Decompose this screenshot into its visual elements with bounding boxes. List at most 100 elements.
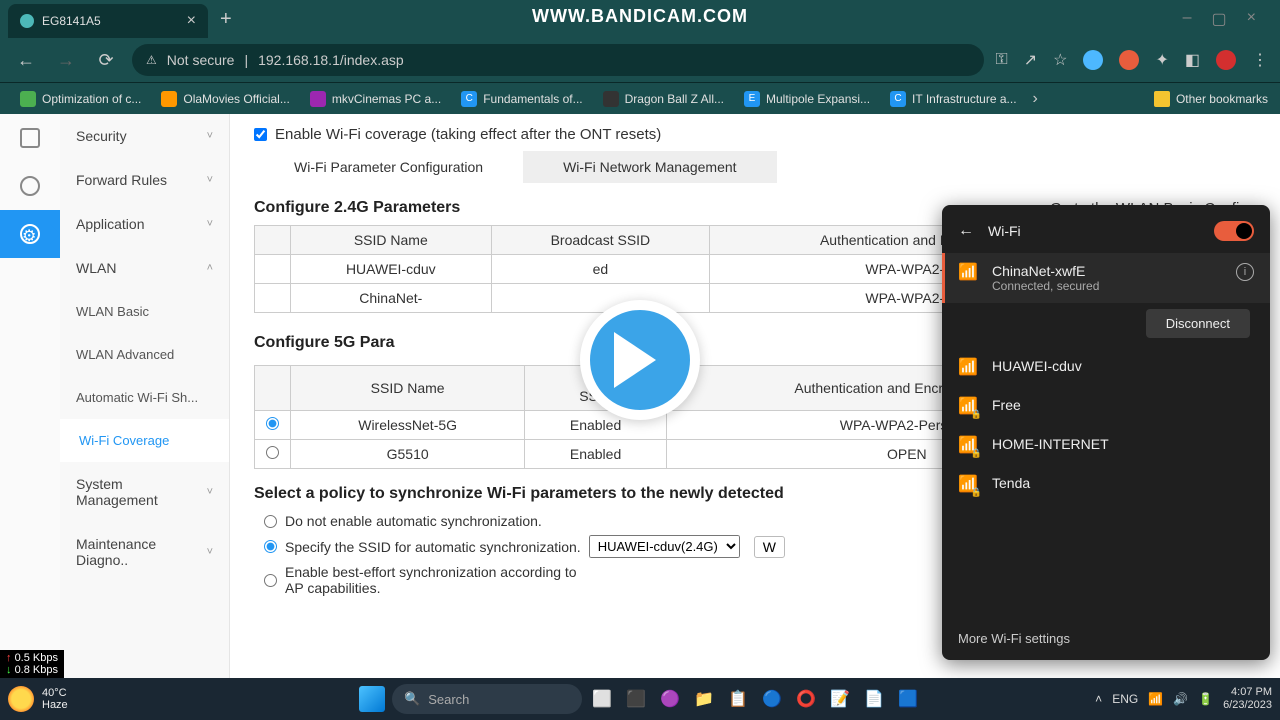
- maximize-icon[interactable]: ▢: [1212, 9, 1227, 29]
- chevron-down-icon: ˅: [207, 130, 213, 142]
- bookmark-item[interactable]: EMultipole Expansi...: [736, 87, 878, 111]
- icon-rail: ⚙: [0, 114, 60, 678]
- wifi-connected-network[interactable]: ChinaNet-xwfE Connected, secured i: [942, 253, 1270, 303]
- sidebar-item-system-mgmt[interactable]: System Management˅: [60, 462, 229, 522]
- watermark: WWW.BANDICAM.COM: [532, 6, 748, 27]
- key-icon[interactable]: ⚿: [996, 51, 1008, 69]
- wifi-toggle[interactable]: [1214, 221, 1254, 241]
- app-icon[interactable]: 🟦: [894, 685, 922, 713]
- wifi-signal-lock-icon: [958, 400, 978, 416]
- tab-wifi-network[interactable]: Wi-Fi Network Management: [523, 151, 777, 183]
- sidebar-sub-auto-wifi[interactable]: Automatic Wi-Fi Sh...: [60, 376, 229, 419]
- sidebar: Security˅ Forward Rules˅ Application˅ WL…: [60, 114, 230, 678]
- bookmark-item[interactable]: CIT Infrastructure a...: [882, 87, 1024, 111]
- tab-title: EG8141A5: [42, 14, 101, 28]
- forward-button[interactable]: →: [52, 50, 80, 71]
- sidebar-item-application[interactable]: Application˅: [60, 202, 229, 246]
- play-button-overlay[interactable]: [580, 300, 700, 420]
- tray-lang[interactable]: ENG: [1112, 692, 1138, 706]
- extension-icon[interactable]: [1083, 50, 1103, 70]
- security-label: Not secure: [167, 52, 235, 68]
- chevron-down-icon: ˅: [207, 218, 213, 230]
- back-button[interactable]: ←: [12, 50, 40, 71]
- policy-radio-1[interactable]: [264, 515, 277, 528]
- bookmark-item[interactable]: Optimization of c...: [12, 87, 149, 111]
- minimize-icon[interactable]: –: [1183, 9, 1192, 29]
- close-window-icon[interactable]: ×: [1247, 9, 1256, 29]
- reload-button[interactable]: ⟳: [92, 50, 120, 71]
- app-icon[interactable]: 🟣: [656, 685, 684, 713]
- section-24g-heading: Configure 2.4G Parameters: [254, 199, 460, 217]
- policy-radio-3[interactable]: [264, 574, 277, 587]
- wifi-network-item[interactable]: Free: [942, 387, 1270, 426]
- wifi-back-icon[interactable]: ←: [958, 222, 974, 240]
- weather-widget[interactable]: 40°CHaze: [8, 686, 68, 712]
- sidebar-sub-wifi-coverage[interactable]: Wi-Fi Coverage: [60, 419, 229, 462]
- url-field[interactable]: ⚠ Not secure | 192.168.18.1/index.asp: [132, 44, 984, 76]
- start-button[interactable]: [358, 685, 386, 713]
- tray-wifi-icon[interactable]: 📶: [1148, 692, 1163, 706]
- window-controls: – ▢ ×: [1183, 9, 1272, 29]
- bookmark-item[interactable]: CFundamentals of...: [453, 87, 590, 111]
- search-icon: 🔍: [404, 691, 420, 707]
- sidebar-item-forward-rules[interactable]: Forward Rules˅: [60, 158, 229, 202]
- other-bookmarks[interactable]: Other bookmarks: [1154, 91, 1268, 107]
- not-secure-icon: ⚠: [146, 53, 157, 67]
- wifi-network-item[interactable]: Tenda: [942, 465, 1270, 504]
- rail-forward-icon[interactable]: [0, 162, 60, 210]
- sidebar-sub-wlan-basic[interactable]: WLAN Basic: [60, 290, 229, 333]
- star-icon[interactable]: ☆: [1053, 50, 1067, 70]
- sidebar-item-security[interactable]: Security˅: [60, 114, 229, 158]
- taskbar: 40°CHaze 🔍Search ⬜ ⬛ 🟣 📁 📋 🔵 ⭕ 📝 📄 🟦 ˄ E…: [0, 678, 1280, 720]
- explorer-icon[interactable]: 📁: [690, 685, 718, 713]
- sidebar-item-maintenance[interactable]: Maintenance Diagno..˅: [60, 522, 229, 582]
- rail-security-icon[interactable]: [0, 114, 60, 162]
- wifi-flyout: ← Wi-Fi ChinaNet-xwfE Connected, secured…: [942, 205, 1270, 660]
- bookmark-item[interactable]: OlaMovies Official...: [153, 87, 297, 111]
- tab-wifi-param[interactable]: Wi-Fi Parameter Configuration: [254, 151, 523, 183]
- bookmark-item[interactable]: mkvCinemas PC a...: [302, 87, 449, 111]
- row-radio[interactable]: [266, 446, 279, 459]
- policy-radio-2[interactable]: [264, 540, 277, 553]
- app-icon[interactable]: 📋: [724, 685, 752, 713]
- extension-icon[interactable]: [1119, 50, 1139, 70]
- chevron-down-icon: ˅: [207, 174, 213, 186]
- tray-battery-icon[interactable]: 🔋: [1198, 692, 1213, 706]
- app-icon[interactable]: ⬛: [622, 685, 650, 713]
- sidebar-sub-wlan-advanced[interactable]: WLAN Advanced: [60, 333, 229, 376]
- policy-ssid-select[interactable]: HUAWEI-cduv(2.4G): [589, 535, 740, 558]
- taskbar-search[interactable]: 🔍Search: [392, 684, 582, 714]
- row-radio[interactable]: [266, 417, 279, 430]
- wifi-signal-icon: [958, 266, 978, 282]
- bookmark-item[interactable]: Dragon Ball Z All...: [595, 87, 732, 111]
- new-tab-button[interactable]: +: [208, 8, 244, 31]
- task-view-icon[interactable]: ⬜: [588, 685, 616, 713]
- more-wifi-settings-link[interactable]: More Wi-Fi settings: [958, 631, 1070, 646]
- tray-volume-icon[interactable]: 🔊: [1173, 692, 1188, 706]
- enable-wifi-label: Enable Wi-Fi coverage (taking effect aft…: [275, 126, 661, 143]
- browser-tab[interactable]: EG8141A5 ×: [8, 4, 208, 38]
- wifi-network-item[interactable]: HOME-INTERNET: [942, 426, 1270, 465]
- menu-icon[interactable]: ⋮: [1252, 50, 1268, 70]
- disconnect-button[interactable]: Disconnect: [1146, 309, 1250, 338]
- tray-chevron-icon[interactable]: ˄: [1095, 692, 1102, 706]
- info-icon[interactable]: i: [1236, 263, 1254, 281]
- profile-icon[interactable]: [1216, 50, 1236, 70]
- extensions-icon[interactable]: ✦: [1155, 50, 1168, 70]
- app-icon[interactable]: 📝: [826, 685, 854, 713]
- rail-application-icon[interactable]: ⚙: [0, 210, 60, 258]
- close-tab-icon[interactable]: ×: [187, 12, 196, 30]
- share-icon[interactable]: ↗: [1024, 50, 1037, 70]
- chevron-down-icon: ˅: [207, 486, 213, 498]
- policy-w-button[interactable]: W: [754, 536, 785, 558]
- wifi-network-item[interactable]: HUAWEI-cduv: [942, 348, 1270, 387]
- sidepanel-icon[interactable]: ◧: [1185, 50, 1200, 70]
- sidebar-item-wlan[interactable]: WLAN˄: [60, 246, 229, 290]
- address-bar: ← → ⟳ ⚠ Not secure | 192.168.18.1/index.…: [0, 38, 1280, 82]
- enable-wifi-checkbox[interactable]: [254, 128, 267, 141]
- tray-clock[interactable]: 4:07 PM6/23/2023: [1223, 686, 1272, 712]
- chrome-icon[interactable]: ⭕: [792, 685, 820, 713]
- edge-icon[interactable]: 🔵: [758, 685, 786, 713]
- bookmarks-overflow-icon[interactable]: ›: [1033, 90, 1038, 108]
- app-icon[interactable]: 📄: [860, 685, 888, 713]
